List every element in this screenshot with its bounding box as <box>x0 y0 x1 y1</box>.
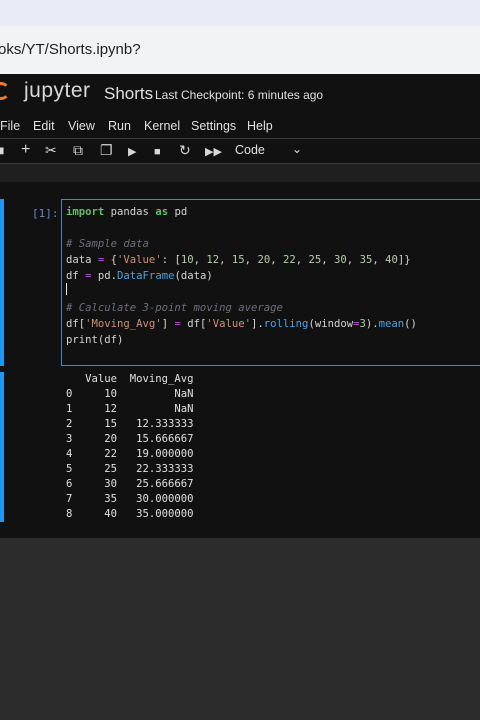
url-text[interactable]: oks/YT/Shorts.ipynb? <box>0 41 141 58</box>
code-line-7: # Calculate 3-point moving average <box>66 302 283 314</box>
notebook-title[interactable]: Shorts <box>104 84 153 104</box>
checkpoint-status: Last Checkpoint: 6 minutes ago <box>155 88 324 102</box>
code-line-8: df['Moving_Avg'] = df['Value'].rolling(w… <box>66 318 417 330</box>
copy-icon[interactable]: ⧉ <box>73 142 83 158</box>
notebook-toolbar: ■ + ✂ ⧉ ❐ ▶ ■ ↻ ▶▶ Code ⌄ <box>0 139 480 164</box>
paste-icon[interactable]: ❐ <box>100 142 113 158</box>
run-icon[interactable]: ▶ <box>128 144 136 160</box>
jupyter-logo-text: jupyter <box>24 79 91 102</box>
restart-icon[interactable]: ↻ <box>179 142 191 158</box>
cut-icon[interactable]: ✂ <box>45 142 57 158</box>
menu-kernel[interactable]: Kernel <box>144 119 180 133</box>
add-icon[interactable]: + <box>21 142 30 158</box>
menu-file[interactable]: File <box>0 119 20 133</box>
output-collapse-bar[interactable] <box>0 372 4 522</box>
cell-type-select[interactable]: Code <box>235 143 265 157</box>
notebook-gap <box>0 164 480 182</box>
code-line-4: data = {'Value': [10, 12, 15, 20, 22, 25… <box>66 254 411 266</box>
cell-prompt: [1]: <box>32 207 59 220</box>
stop-icon[interactable]: ■ <box>154 144 161 160</box>
code-line-9: print(df) <box>66 334 124 346</box>
notebook-empty-area <box>0 538 480 720</box>
code-content[interactable]: import pandas as pd # Sample data data =… <box>66 204 417 348</box>
cell-output: Value Moving_Avg 0 10 NaN 1 12 NaN 2 15 … <box>66 373 194 520</box>
save-icon[interactable]: ■ <box>0 142 4 158</box>
menu-edit[interactable]: Edit <box>33 119 55 133</box>
cell-active-bar[interactable] <box>0 199 4 366</box>
code-line-5: df = pd.DataFrame(data) <box>66 270 213 282</box>
code-line-3: # Sample data <box>66 238 149 250</box>
browser-tab-strip <box>0 0 480 26</box>
code-line-1: import pandas as pd <box>66 206 188 218</box>
fast-forward-icon[interactable]: ▶▶ <box>205 144 222 160</box>
jupyter-header: jupyter Shorts Last Checkpoint: 6 minute… <box>0 74 480 114</box>
address-bar[interactable]: oks/YT/Shorts.ipynb? <box>0 26 480 74</box>
chevron-down-icon[interactable]: ⌄ <box>292 142 302 156</box>
menu-help[interactable]: Help <box>247 119 273 133</box>
menu-view[interactable]: View <box>68 119 95 133</box>
menu-run[interactable]: Run <box>108 119 131 133</box>
text-cursor <box>66 283 67 295</box>
menu-bar: File Edit View Run Kernel Settings Help <box>0 114 480 139</box>
jupyter-logo-icon <box>0 82 10 100</box>
menu-settings[interactable]: Settings <box>191 119 236 133</box>
